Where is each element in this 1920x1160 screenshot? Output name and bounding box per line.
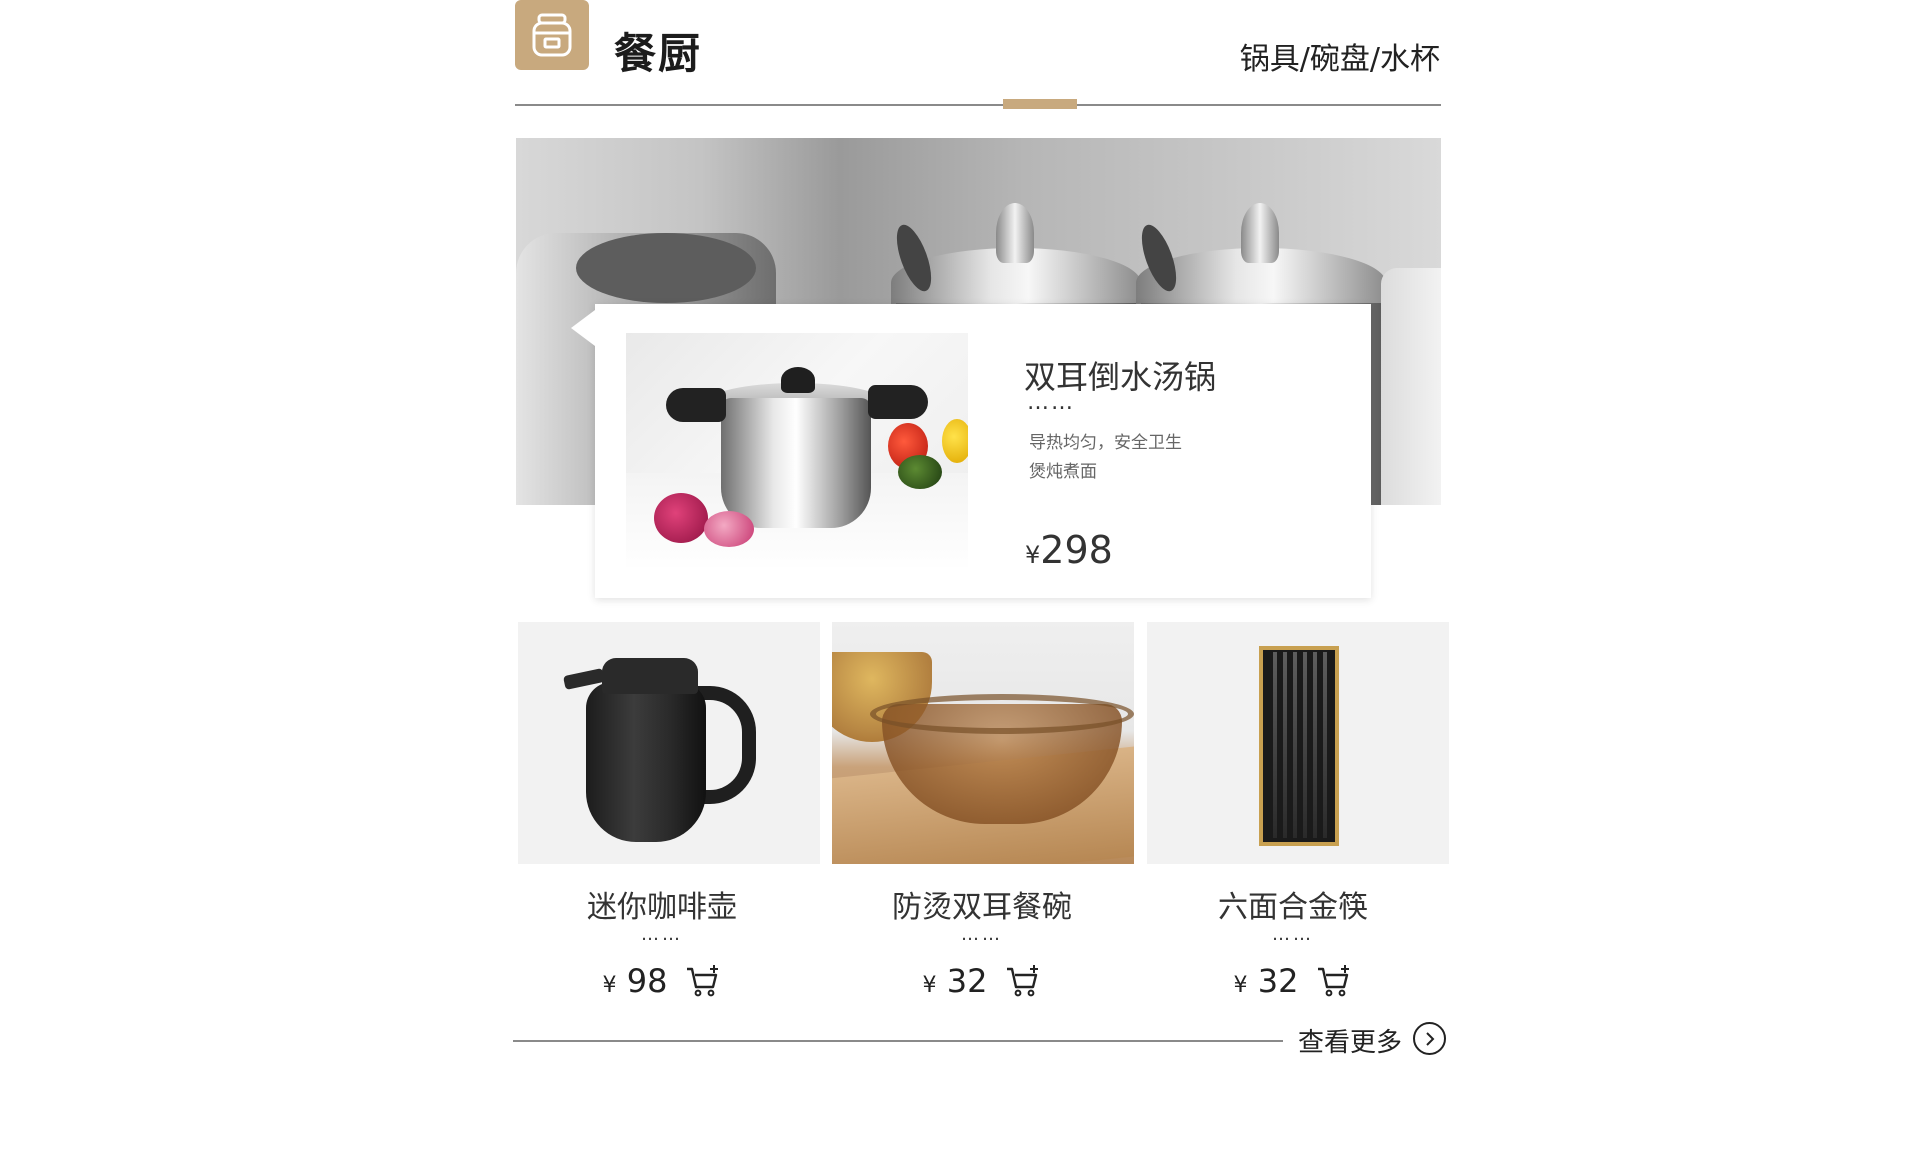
- product-divider-dots: ……: [1272, 924, 1314, 945]
- rice-cooker-icon: [515, 0, 589, 70]
- product-price: ¥ 98: [603, 962, 668, 1000]
- header-accent-bar: [1003, 99, 1077, 109]
- footer-divider: [513, 1040, 1283, 1042]
- chevron-right-circle-icon[interactable]: [1413, 1022, 1446, 1055]
- product-name[interactable]: 迷你咖啡壶: [512, 882, 812, 926]
- product-price: ¥ 32: [923, 962, 988, 1000]
- subcategory-links[interactable]: 锅具/碗盘/水杯: [1240, 34, 1440, 78]
- product-divider-dots: ……: [641, 924, 683, 945]
- product-price-value: 32: [946, 962, 988, 1000]
- currency-symbol: ¥: [922, 973, 937, 998]
- featured-description-line-2: 煲炖煮面: [1029, 462, 1097, 482]
- product-image-chopsticks[interactable]: [1147, 622, 1449, 864]
- product-divider-dots: ……: [961, 924, 1003, 945]
- product-price: ¥ 32: [1234, 962, 1299, 1000]
- featured-description-line-1: 导热均匀，安全卫生: [1029, 433, 1182, 453]
- currency-symbol: ¥: [1025, 541, 1041, 569]
- view-more-link[interactable]: 查看更多: [1298, 1022, 1402, 1059]
- product-price-value: 98: [626, 962, 668, 1000]
- cart-add-icon[interactable]: [1316, 963, 1352, 999]
- product-price-row: ¥ 98: [512, 962, 812, 1000]
- header-divider: [515, 104, 1441, 106]
- cart-add-icon[interactable]: [1005, 963, 1041, 999]
- product-price-value: 32: [1257, 962, 1299, 1000]
- card-pointer: [571, 310, 595, 346]
- featured-divider-dots: ……: [1027, 390, 1075, 415]
- product-name[interactable]: 防烫双耳餐碗: [832, 882, 1132, 926]
- product-image-coffee-pot[interactable]: [518, 622, 820, 864]
- featured-product-image[interactable]: [626, 333, 968, 567]
- product-name[interactable]: 六面合金筷: [1143, 882, 1443, 926]
- currency-symbol: ¥: [1233, 973, 1248, 998]
- currency-symbol: ¥: [602, 973, 617, 998]
- kitchen-category-section: 餐厨 锅具/碗盘/水杯 双耳倒水汤锅 …… 导热均匀，安全卫生 煲炖煮面 ¥29…: [0, 0, 1920, 1160]
- featured-price-value: 298: [1040, 528, 1113, 572]
- featured-product-card[interactable]: 双耳倒水汤锅 …… 导热均匀，安全卫生 煲炖煮面 ¥298: [571, 304, 1371, 598]
- featured-price: ¥298: [1025, 528, 1113, 572]
- product-price-row: ¥ 32: [1143, 962, 1443, 1000]
- product-price-row: ¥ 32: [832, 962, 1132, 1000]
- category-title: 餐厨: [614, 29, 703, 78]
- product-image-bowl[interactable]: [832, 622, 1134, 864]
- cart-add-icon[interactable]: [685, 963, 721, 999]
